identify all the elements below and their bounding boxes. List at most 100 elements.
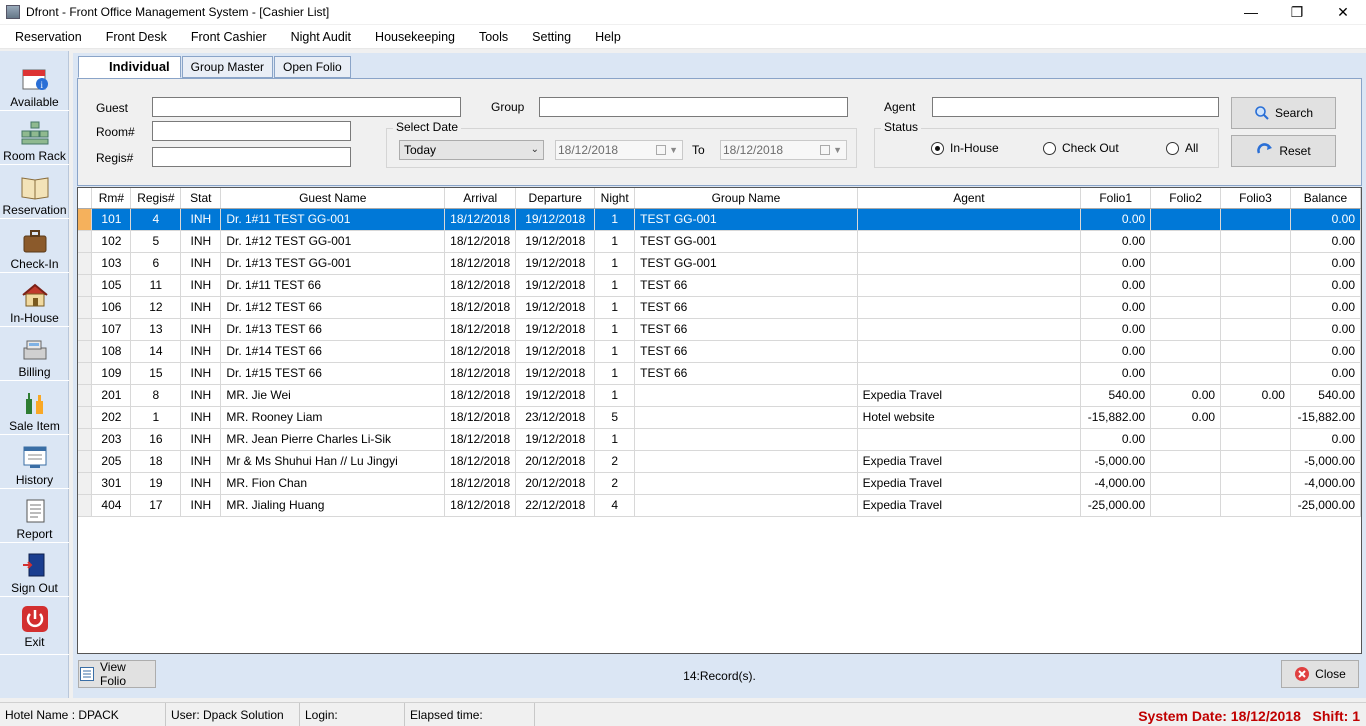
table-cell[interactable]: Dr. 1#13 TEST GG-001 [220,252,446,275]
table-row[interactable]: 103 6 INH Dr. 1#13 TEST GG-001 18/12/2018 19/… [78,252,1361,275]
table-cell[interactable]: 0.00 [1290,340,1361,363]
table-row[interactable]: 105 11 INH Dr. 1#11 TEST 66 18/12/2018 19/12/… [78,274,1361,297]
table-cell[interactable] [1220,296,1291,319]
table-cell[interactable]: 0.00 [1080,208,1152,231]
table-cell[interactable] [1150,494,1222,517]
table-cell[interactable]: 201 [91,384,132,407]
table-cell[interactable]: 0.00 [1080,340,1152,363]
regis-input[interactable] [152,147,351,167]
table-cell[interactable]: Expedia Travel [857,450,1082,473]
table-cell[interactable]: 0.00 [1080,362,1152,385]
table-cell[interactable]: Dr. 1#15 TEST 66 [220,362,446,385]
table-cell[interactable] [634,472,858,495]
table-cell[interactable]: -4,000.00 [1080,472,1152,495]
table-cell[interactable]: Dr. 1#11 TEST 66 [220,274,446,297]
table-cell[interactable] [1150,472,1222,495]
table-cell[interactable]: 5 [594,406,636,429]
table-cell[interactable] [1220,208,1291,231]
column-header[interactable]: Folio3 [1220,188,1291,209]
column-header[interactable]: Agent [857,188,1082,209]
table-cell[interactable]: 0.00 [1080,296,1152,319]
table-cell[interactable]: INH [180,428,222,451]
row-header[interactable] [78,362,93,385]
table-cell[interactable]: MR. Jie Wei [220,384,446,407]
table-cell[interactable]: 1 [130,406,182,429]
date-from-picker[interactable]: 18/12/2018 ▼ [555,140,683,160]
table-cell[interactable]: INH [180,340,222,363]
table-cell[interactable]: 18/12/2018 [444,296,517,319]
table-cell[interactable]: 18/12/2018 [444,274,517,297]
room-input[interactable] [152,121,351,141]
menu-help[interactable]: Help [580,25,630,49]
table-cell[interactable]: MR. Jialing Huang [220,494,446,517]
table-cell[interactable]: 23/12/2018 [515,406,596,429]
table-cell[interactable]: -25,000.00 [1080,494,1152,517]
table-cell[interactable]: 18/12/2018 [444,340,517,363]
sidebar-item-sign-out[interactable]: Sign Out [0,543,69,597]
table-cell[interactable]: MR. Rooney Liam [220,406,446,429]
table-cell[interactable]: 0.00 [1290,230,1361,253]
table-cell[interactable] [1150,362,1222,385]
table-cell[interactable]: 1 [594,428,636,451]
table-cell[interactable]: 18/12/2018 [444,362,517,385]
table-cell[interactable]: 19/12/2018 [515,274,596,297]
table-cell[interactable]: 18/12/2018 [444,406,517,429]
table-cell[interactable]: -15,882.00 [1290,406,1361,429]
sidebar-item-reservation[interactable]: Reservation [0,165,69,219]
table-cell[interactable] [1150,428,1222,451]
table-cell[interactable]: TEST GG-001 [634,208,858,231]
table-cell[interactable]: 20/12/2018 [515,450,596,473]
table-cell[interactable]: 404 [91,494,132,517]
table-cell[interactable]: Expedia Travel [857,384,1082,407]
table-cell[interactable]: 1 [594,230,636,253]
table-cell[interactable]: 17 [130,494,182,517]
table-cell[interactable] [1220,406,1291,429]
table-row[interactable]: 203 16 INH MR. Jean Pierre Charles Li-Sik 18… [78,428,1361,451]
close-window-button[interactable]: ✕ [1320,0,1366,24]
row-header[interactable] [78,208,93,231]
table-cell[interactable]: Dr. 1#13 TEST 66 [220,318,446,341]
table-cell[interactable]: 13 [130,318,182,341]
table-cell[interactable] [1150,318,1222,341]
row-header[interactable] [78,450,93,473]
menu-night-audit[interactable]: Night Audit [276,25,360,49]
table-cell[interactable]: Hotel website [857,406,1082,429]
table-cell[interactable]: TEST 66 [634,340,858,363]
row-header[interactable] [78,494,93,517]
table-cell[interactable]: 0.00 [1290,428,1361,451]
table-cell[interactable] [857,340,1082,363]
table-cell[interactable] [1220,472,1291,495]
guest-input[interactable] [152,97,461,117]
table-cell[interactable]: 0.00 [1290,208,1361,231]
tab-individual[interactable]: Individual [78,56,181,78]
table-cell[interactable]: -4,000.00 [1290,472,1361,495]
table-cell[interactable]: 19/12/2018 [515,384,596,407]
table-row[interactable]: 102 5 INH Dr. 1#12 TEST GG-001 18/12/2018 19/… [78,230,1361,253]
table-cell[interactable] [1220,362,1291,385]
reset-button[interactable]: Reset [1231,135,1336,167]
table-cell[interactable]: 101 [91,208,132,231]
minimize-button[interactable]: — [1228,0,1274,24]
table-cell[interactable]: 102 [91,230,132,253]
table-cell[interactable]: 0.00 [1150,384,1222,407]
table-cell[interactable]: 109 [91,362,132,385]
table-cell[interactable]: 15 [130,362,182,385]
column-header[interactable]: Departure [515,188,596,209]
table-row[interactable]: 205 18 INH Mr & Ms Shuhui Han // Lu Jingyi 1… [78,450,1361,473]
close-button[interactable]: Close [1281,660,1359,688]
table-cell[interactable]: Dr. 1#14 TEST 66 [220,340,446,363]
table-cell[interactable] [1220,318,1291,341]
row-header[interactable] [78,384,93,407]
table-cell[interactable]: 205 [91,450,132,473]
table-cell[interactable]: 103 [91,252,132,275]
row-header[interactable] [78,406,93,429]
table-cell[interactable]: 20/12/2018 [515,472,596,495]
table-row[interactable]: 201 8 INH MR. Jie Wei 18/12/2018 19/12/2018 1 E… [78,384,1361,407]
table-cell[interactable]: 19/12/2018 [515,362,596,385]
search-button[interactable]: Search [1231,97,1336,129]
table-cell[interactable]: INH [180,472,222,495]
table-cell[interactable] [634,384,858,407]
table-cell[interactable]: 1 [594,362,636,385]
table-cell[interactable] [857,318,1082,341]
table-cell[interactable]: 202 [91,406,132,429]
